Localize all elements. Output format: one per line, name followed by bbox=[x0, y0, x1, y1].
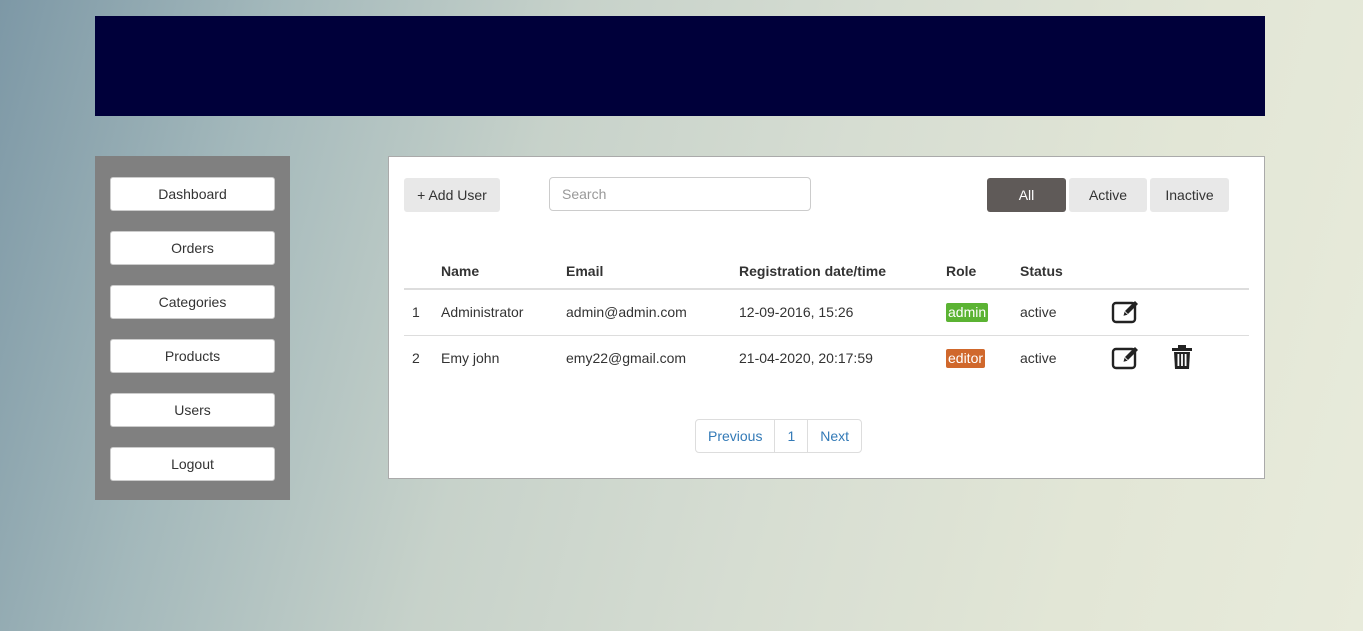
column-header-actions bbox=[1109, 253, 1249, 290]
user-registration-date: 12-09-2016, 15:26 bbox=[739, 289, 946, 336]
pagination-page-1[interactable]: 1 bbox=[774, 420, 807, 452]
column-header-role[interactable]: Role bbox=[946, 253, 1020, 290]
header-banner bbox=[95, 16, 1265, 116]
row-number: 2 bbox=[412, 350, 420, 367]
row-number: 1 bbox=[404, 289, 441, 336]
sidebar-item-products[interactable]: Products bbox=[110, 339, 275, 373]
table-row: 1 Administrator admin@admin.com 12-09-20… bbox=[404, 289, 1249, 336]
column-header-number bbox=[404, 253, 441, 290]
column-header-name[interactable]: Name bbox=[441, 253, 566, 290]
actions-cell bbox=[1109, 335, 1249, 381]
actions-cell bbox=[1109, 289, 1249, 336]
users-panel: + Add User All Active Inactive Name Emai… bbox=[388, 156, 1265, 479]
user-email: admin@admin.com bbox=[566, 289, 739, 336]
user-email: emy22@gmail.com bbox=[566, 350, 687, 367]
role-cell: editor bbox=[946, 335, 1020, 381]
table-row: 2 Emy john emy22@gmail.com 21-04-2020, 2… bbox=[404, 335, 1249, 381]
column-header-status[interactable]: Status bbox=[1020, 253, 1109, 290]
search-input[interactable] bbox=[549, 177, 811, 211]
pagination: Previous 1 Next bbox=[695, 419, 863, 453]
edit-icon[interactable] bbox=[1111, 298, 1141, 327]
edit-icon[interactable] bbox=[1111, 344, 1141, 373]
role-cell: admin bbox=[946, 289, 1020, 336]
role-badge: admin bbox=[946, 302, 989, 322]
user-name: Administrator bbox=[441, 289, 566, 336]
user-registration-date: 21-04-2020, 20:17:59 bbox=[739, 350, 873, 367]
user-status: active bbox=[1020, 289, 1109, 336]
sidebar-item-orders[interactable]: Orders bbox=[110, 231, 275, 265]
role-badge: editor bbox=[946, 348, 986, 368]
table-header-row: Name Email Registration date/time Role S… bbox=[404, 253, 1249, 290]
sidebar-item-categories[interactable]: Categories bbox=[110, 285, 275, 319]
pagination-next[interactable]: Next bbox=[807, 420, 861, 452]
users-table: Name Email Registration date/time Role S… bbox=[404, 253, 1249, 381]
filter-inactive-button[interactable]: Inactive bbox=[1150, 178, 1229, 212]
add-user-button[interactable]: + Add User bbox=[404, 178, 500, 212]
sidebar-item-logout[interactable]: Logout bbox=[110, 447, 275, 481]
user-name: Emy john bbox=[441, 350, 500, 367]
sidebar-item-dashboard[interactable]: Dashboard bbox=[110, 177, 275, 211]
sidebar: Dashboard Orders Categories Products Use… bbox=[95, 156, 290, 500]
sidebar-item-users[interactable]: Users bbox=[110, 393, 275, 427]
filter-active-button[interactable]: Active bbox=[1069, 178, 1147, 212]
filter-all-button[interactable]: All bbox=[987, 178, 1066, 212]
pagination-previous[interactable]: Previous bbox=[696, 420, 774, 452]
column-header-registration[interactable]: Registration date/time bbox=[739, 253, 946, 290]
user-status: active bbox=[1020, 350, 1057, 367]
trash-icon[interactable] bbox=[1171, 344, 1193, 373]
column-header-email[interactable]: Email bbox=[566, 253, 739, 290]
